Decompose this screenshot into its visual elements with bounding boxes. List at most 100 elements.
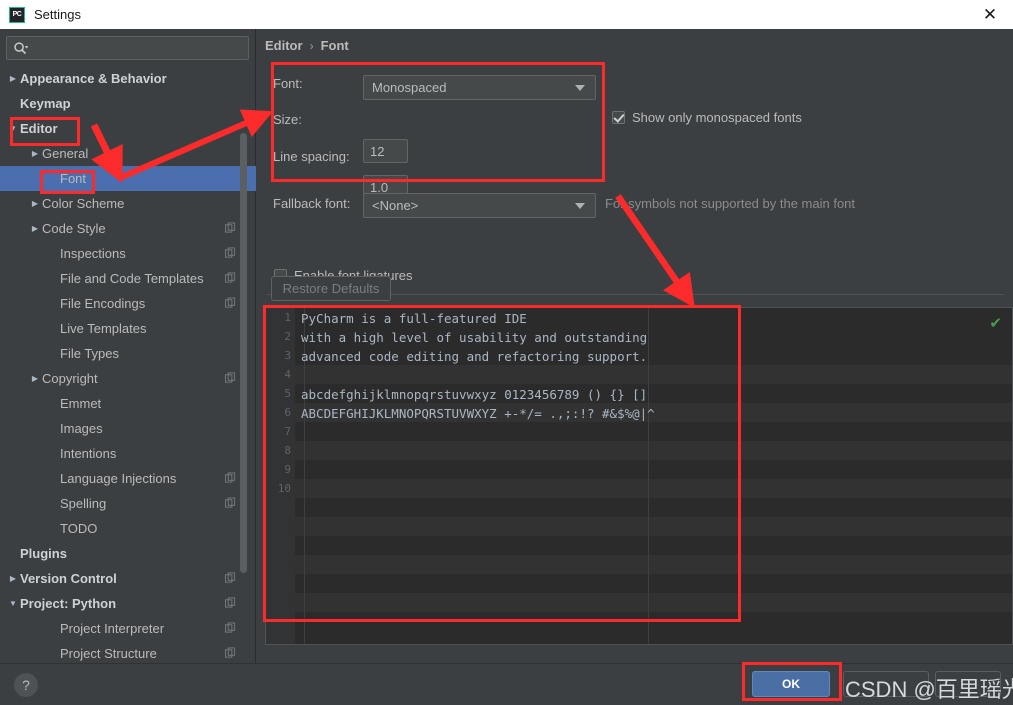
sidebar-item-code-style[interactable]: ▶ Code Style: [0, 216, 256, 241]
chevron-down-icon: [575, 84, 585, 91]
line-spacing-label: Line spacing:: [273, 149, 350, 164]
chevron-down-icon[interactable]: ▼: [6, 124, 20, 133]
sidebar-item-appearance-behavior[interactable]: ▶ Appearance & Behavior: [0, 66, 256, 91]
sidebar-item-todo[interactable]: TODO: [0, 516, 256, 541]
sidebar-item-label: Font: [60, 171, 87, 186]
show-only-monospaced-label: Show only monospaced fonts: [632, 110, 802, 125]
check-icon: ✔: [989, 314, 1002, 332]
chevron-right-icon[interactable]: ▶: [28, 149, 42, 158]
sidebar-item-label: TODO: [60, 521, 98, 536]
sidebar-item-plugins[interactable]: Plugins: [0, 541, 256, 566]
sidebar-item-label: Appearance & Behavior: [20, 71, 167, 86]
size-label: Size:: [273, 112, 302, 127]
sidebar-item-label: Plugins: [20, 546, 67, 561]
sidebar-item-file-types[interactable]: File Types: [0, 341, 256, 366]
copy-settings-icon: [225, 371, 236, 386]
sidebar-item-label: Copyright: [42, 371, 98, 386]
sidebar-scrollbar-track[interactable]: [240, 73, 251, 633]
pycharm-logo-icon: PC: [9, 6, 25, 23]
font-family-value: Monospaced: [372, 80, 447, 95]
sidebar-item-label: Spelling: [60, 496, 107, 511]
chevron-right-icon[interactable]: ▶: [6, 574, 20, 583]
sidebar-item-label: File Encodings: [60, 296, 146, 311]
font-family-select[interactable]: Monospaced: [363, 75, 596, 100]
fallback-font-value: <None>: [372, 198, 419, 213]
line-number: 2: [284, 330, 291, 343]
sidebar-item-label: File Types: [60, 346, 120, 361]
chevron-right-icon: ›: [309, 38, 314, 53]
copy-settings-icon: [225, 646, 236, 661]
breadcrumb: Editor › Font: [265, 38, 349, 53]
chevron-right-icon[interactable]: ▶: [28, 224, 42, 233]
sidebar-item-label: Inspections: [60, 246, 126, 261]
sidebar-item-live-templates[interactable]: Live Templates: [0, 316, 256, 341]
chevron-right-icon[interactable]: ▶: [28, 374, 42, 383]
show-only-monospaced-checkbox-row[interactable]: Show only monospaced fonts: [612, 110, 802, 125]
line-number: 4: [284, 368, 291, 381]
chevron-right-icon[interactable]: ▶: [28, 199, 42, 208]
sidebar-item-label: File and Code Templates: [60, 271, 204, 286]
sidebar-item-images[interactable]: Images: [0, 416, 256, 441]
search-input[interactable]: [32, 41, 242, 55]
sidebar-item-project-python[interactable]: ▼ Project: Python: [0, 591, 256, 616]
sidebar-scrollbar-thumb[interactable]: [240, 133, 247, 573]
sidebar-item-label: Language Injections: [60, 471, 177, 486]
code-line: advanced code editing and refactoring su…: [301, 349, 648, 364]
sidebar-item-label: Version Control: [20, 571, 117, 586]
sidebar-item-file-encodings[interactable]: File Encodings: [0, 291, 256, 316]
sidebar-item-general[interactable]: ▶ General: [0, 141, 256, 166]
sidebar-item-emmet[interactable]: Emmet: [0, 391, 256, 416]
chevron-right-icon[interactable]: ▶: [6, 74, 20, 83]
sidebar-item-label: Live Templates: [60, 321, 147, 336]
sidebar-item-project-interpreter[interactable]: Project Interpreter: [0, 616, 256, 641]
sidebar-item-version-control[interactable]: ▶ Version Control: [0, 566, 256, 591]
sidebar-item-inspections[interactable]: Inspections: [0, 241, 256, 266]
window-title: Settings: [34, 7, 81, 22]
sidebar-item-intentions[interactable]: Intentions: [0, 441, 256, 466]
line-number: 1: [284, 311, 291, 324]
sidebar-item-file-and-code-templates[interactable]: File and Code Templates: [0, 266, 256, 291]
watermark: CSDN @百里瑶光: [845, 677, 1013, 702]
settings-sidebar: ▶ Appearance & Behavior Keymap ▼ Editor ▶ Gene…: [0, 29, 256, 663]
copy-settings-icon: [225, 296, 236, 311]
sidebar-item-label: Keymap: [20, 96, 71, 111]
sidebar-item-language-injections[interactable]: Language Injections: [0, 466, 256, 491]
close-icon[interactable]: ✕: [967, 0, 1013, 29]
title-bar: PC Settings ✕: [0, 0, 1013, 29]
sidebar-item-editor[interactable]: ▼ Editor: [0, 116, 256, 141]
code-line: ABCDEFGHIJKLMNOPQRSTUVWXYZ +-*/= .,;:!? …: [301, 406, 655, 421]
line-number: 5: [284, 387, 291, 400]
chevron-down-icon[interactable]: ▼: [6, 599, 20, 608]
font-size-input[interactable]: 12: [363, 139, 408, 163]
sidebar-item-label: Code Style: [42, 221, 106, 236]
checkbox-icon[interactable]: [612, 111, 625, 124]
breadcrumb-parent[interactable]: Editor: [265, 38, 303, 53]
sidebar-item-copyright[interactable]: ▶ Copyright: [0, 366, 256, 391]
font-label: Font:: [273, 76, 303, 91]
copy-settings-icon: [225, 271, 236, 286]
copy-settings-icon: [225, 496, 236, 511]
code-line: with a high level of usability and outst…: [301, 330, 648, 345]
size-row: Size:: [273, 112, 363, 127]
search-box[interactable]: [6, 36, 249, 60]
sidebar-item-spelling[interactable]: Spelling: [0, 491, 256, 516]
sidebar-item-color-scheme[interactable]: ▶ Color Scheme: [0, 191, 256, 216]
sidebar-item-font[interactable]: Font: [0, 166, 256, 191]
ok-button[interactable]: OK: [752, 671, 830, 697]
font-preview-pane[interactable]: 1 2 3 4 5 6 7 8 9 10 PyCharm is a full-featured I…: [265, 307, 1013, 645]
sidebar-item-label: Editor: [20, 121, 58, 136]
fallback-row: Fallback font:: [273, 196, 368, 211]
search-icon: [13, 41, 28, 56]
line-number: 7: [284, 425, 291, 438]
line-number: 6: [284, 406, 291, 419]
chevron-down-icon: [575, 202, 585, 209]
sidebar-item-project-structure[interactable]: Project Structure: [0, 641, 256, 663]
fallback-font-select[interactable]: <None>: [363, 193, 596, 218]
help-button[interactable]: ?: [14, 673, 38, 697]
copy-settings-icon: [225, 571, 236, 586]
sidebar-item-keymap[interactable]: Keymap: [0, 91, 256, 116]
restore-defaults-button[interactable]: Restore Defaults: [271, 276, 391, 301]
sidebar-item-label: Emmet: [60, 396, 102, 411]
line-number: 8: [284, 444, 291, 457]
font-row: Font:: [273, 76, 363, 91]
